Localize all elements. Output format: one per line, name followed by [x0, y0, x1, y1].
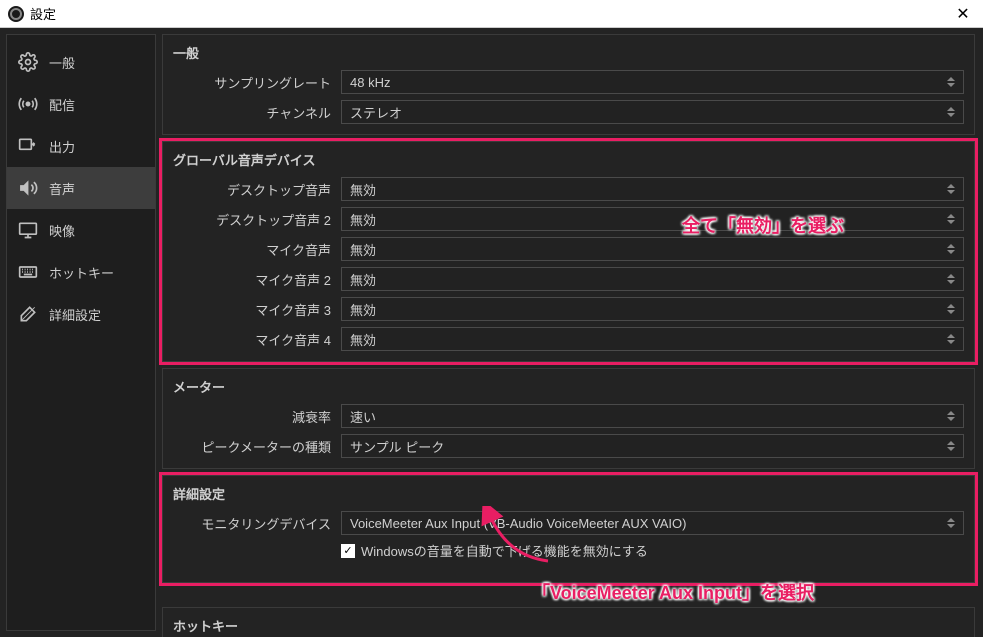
keyboard-icon	[17, 261, 39, 283]
section-title: ホットキー	[173, 616, 964, 635]
settings-sidebar: 一般 配信 出力 音声 映像	[6, 34, 156, 631]
chevron-updown-icon	[943, 178, 959, 200]
sidebar-item-label: 映像	[49, 221, 75, 240]
sidebar-item-output[interactable]: 出力	[7, 125, 155, 167]
dropdown-monitoring-device[interactable]: VoiceMeeter Aux Input (VB-Audio VoiceMee…	[341, 511, 964, 535]
dropdown-mic-audio-3[interactable]: 無効	[341, 297, 964, 321]
sidebar-item-label: 詳細設定	[49, 305, 101, 324]
label-monitoring-device: モニタリングデバイス	[173, 514, 341, 533]
section-title: 一般	[173, 43, 964, 62]
obs-logo-icon	[8, 6, 24, 22]
sidebar-item-advanced[interactable]: 詳細設定	[7, 293, 155, 335]
window-titlebar: 設定 ✕	[0, 0, 983, 28]
label-peak-meter-type: ピークメーターの種類	[173, 437, 341, 456]
sidebar-item-label: 出力	[49, 137, 75, 156]
sidebar-item-video[interactable]: 映像	[7, 209, 155, 251]
gear-icon	[17, 51, 39, 73]
chevron-updown-icon	[943, 238, 959, 260]
label-mic-audio-3: マイク音声 3	[173, 300, 341, 319]
dropdown-mic-audio-2[interactable]: 無効	[341, 267, 964, 291]
section-title: グローバル音声デバイス	[173, 150, 964, 169]
label-channel: チャンネル	[173, 103, 341, 122]
section-hotkey: ホットキー ASIO input プッシュミュートを有効にする プッシュミュート…	[162, 607, 975, 637]
section-title: メーター	[173, 377, 964, 396]
section-title: 詳細設定	[173, 484, 964, 503]
section-global-audio: 全て「無効」を選ぶ グローバル音声デバイス デスクトップ音声 無効 デスクトップ…	[162, 141, 975, 362]
label-decay-rate: 減衰率	[173, 407, 341, 426]
label-mic-audio-1: マイク音声	[173, 240, 341, 259]
section-advanced: 詳細設定 モニタリングデバイス VoiceMeeter Aux Input (V…	[162, 475, 975, 583]
output-icon	[17, 135, 39, 157]
label-mic-audio-2: マイク音声 2	[173, 270, 341, 289]
window-title: 設定	[30, 4, 56, 23]
monitor-icon	[17, 219, 39, 241]
chevron-updown-icon	[943, 298, 959, 320]
label-sample-rate: サンプリングレート	[173, 73, 341, 92]
chevron-updown-icon	[943, 512, 959, 534]
sidebar-item-audio[interactable]: 音声	[7, 167, 155, 209]
chevron-updown-icon	[943, 268, 959, 290]
tools-icon	[17, 303, 39, 325]
label-mic-audio-4: マイク音声 4	[173, 330, 341, 349]
chevron-updown-icon	[943, 405, 959, 427]
chevron-updown-icon	[943, 208, 959, 230]
section-general: 一般 サンプリングレート 48 kHz チャンネル ステレオ	[162, 34, 975, 135]
close-button[interactable]: ✕	[943, 0, 983, 28]
sidebar-item-stream[interactable]: 配信	[7, 83, 155, 125]
settings-content: 一般 サンプリングレート 48 kHz チャンネル ステレオ 全て「無効」を選ぶ…	[156, 28, 983, 637]
speaker-icon	[17, 177, 39, 199]
sidebar-item-label: 一般	[49, 53, 75, 72]
section-meter: メーター 減衰率 速い ピークメーターの種類 サンプル ピーク	[162, 368, 975, 469]
chevron-updown-icon	[943, 435, 959, 457]
dropdown-decay-rate[interactable]: 速い	[341, 404, 964, 428]
label-desktop-audio-2: デスクトップ音声 2	[173, 210, 341, 229]
chevron-updown-icon	[943, 71, 959, 93]
broadcast-icon	[17, 93, 39, 115]
sidebar-item-general[interactable]: 一般	[7, 41, 155, 83]
dropdown-peak-meter-type[interactable]: サンプル ピーク	[341, 434, 964, 458]
dropdown-channel[interactable]: ステレオ	[341, 100, 964, 124]
sidebar-item-label: 配信	[49, 95, 75, 114]
dropdown-sample-rate[interactable]: 48 kHz	[341, 70, 964, 94]
dropdown-desktop-audio-2[interactable]: 無効	[341, 207, 964, 231]
dropdown-mic-audio-1[interactable]: 無効	[341, 237, 964, 261]
checkbox-label: Windowsの音量を自動で下げる機能を無効にする	[361, 541, 648, 560]
sidebar-item-hotkeys[interactable]: ホットキー	[7, 251, 155, 293]
dropdown-desktop-audio-1[interactable]: 無効	[341, 177, 964, 201]
sidebar-item-label: 音声	[49, 179, 75, 198]
chevron-updown-icon	[943, 101, 959, 123]
sidebar-item-label: ホットキー	[49, 263, 114, 282]
dropdown-mic-audio-4[interactable]: 無効	[341, 327, 964, 351]
label-desktop-audio-1: デスクトップ音声	[173, 180, 341, 199]
checkbox-disable-win-ducking[interactable]: ✓	[341, 544, 355, 558]
chevron-updown-icon	[943, 328, 959, 350]
